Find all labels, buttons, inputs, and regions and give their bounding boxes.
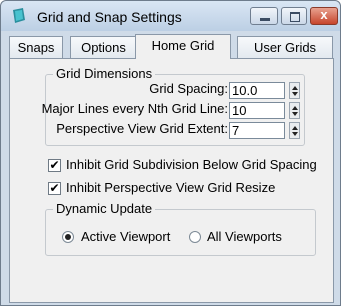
close-icon: x	[320, 7, 328, 22]
all-viewports-label: All Viewports	[207, 229, 282, 244]
all-viewports-radio[interactable]	[189, 231, 201, 243]
grid-spacing-spinner[interactable]	[289, 82, 300, 99]
major-lines-label: Major Lines every Nth Grid Line:	[41, 101, 228, 116]
minimize-icon	[260, 18, 270, 21]
major-lines-input[interactable]: 10	[229, 102, 285, 119]
grid-dimensions-title: Grid Dimensions	[53, 66, 156, 81]
maximize-icon	[290, 12, 300, 22]
close-button[interactable]: x	[310, 7, 338, 25]
perspective-extent-label: Perspective View Grid Extent:	[56, 121, 228, 136]
window-title: Grid and Snap Settings	[37, 9, 182, 25]
inhibit-perspective-checkbox[interactable]: ✔	[48, 182, 61, 195]
spinner-down-icon	[292, 112, 298, 116]
active-viewport-label: Active Viewport	[81, 229, 171, 244]
inhibit-perspective-label: Inhibit Perspective View Grid Resize	[66, 180, 276, 195]
perspective-extent-spinner[interactable]	[289, 122, 300, 139]
dynamic-update-title: Dynamic Update	[53, 201, 156, 216]
spinner-down-icon	[292, 132, 298, 136]
tab-options[interactable]: Options	[70, 36, 137, 58]
home-grid-panel: Grid Dimensions Grid Spacing: 10.0 Major…	[9, 58, 334, 303]
spinner-up-icon	[292, 106, 298, 110]
spinner-up-icon	[292, 126, 298, 130]
major-lines-spinner[interactable]	[289, 102, 300, 119]
spinner-up-icon	[292, 86, 298, 90]
inhibit-subdivision-checkbox[interactable]: ✔	[48, 159, 61, 172]
grid-spacing-label: Grid Spacing:	[149, 81, 228, 96]
active-viewport-radio[interactable]	[62, 231, 74, 243]
perspective-extent-input[interactable]: 7	[229, 122, 285, 139]
grid-snap-settings-window: Grid and Snap Settings x Snaps Options H…	[0, 0, 341, 306]
tab-home-grid[interactable]: Home Grid	[135, 34, 231, 59]
title-bar[interactable]: Grid and Snap Settings x	[1, 1, 340, 31]
radio-selected-dot	[65, 234, 71, 240]
minimize-button[interactable]	[250, 7, 278, 25]
grid-spacing-input[interactable]: 10.0	[229, 82, 285, 99]
tab-user-grids[interactable]: User Grids	[237, 36, 333, 58]
maximize-button[interactable]	[281, 7, 307, 25]
inhibit-subdivision-label: Inhibit Grid Subdivision Below Grid Spac…	[66, 157, 317, 172]
app-icon	[13, 8, 25, 23]
tab-snaps[interactable]: Snaps	[9, 36, 63, 58]
spinner-down-icon	[292, 92, 298, 96]
